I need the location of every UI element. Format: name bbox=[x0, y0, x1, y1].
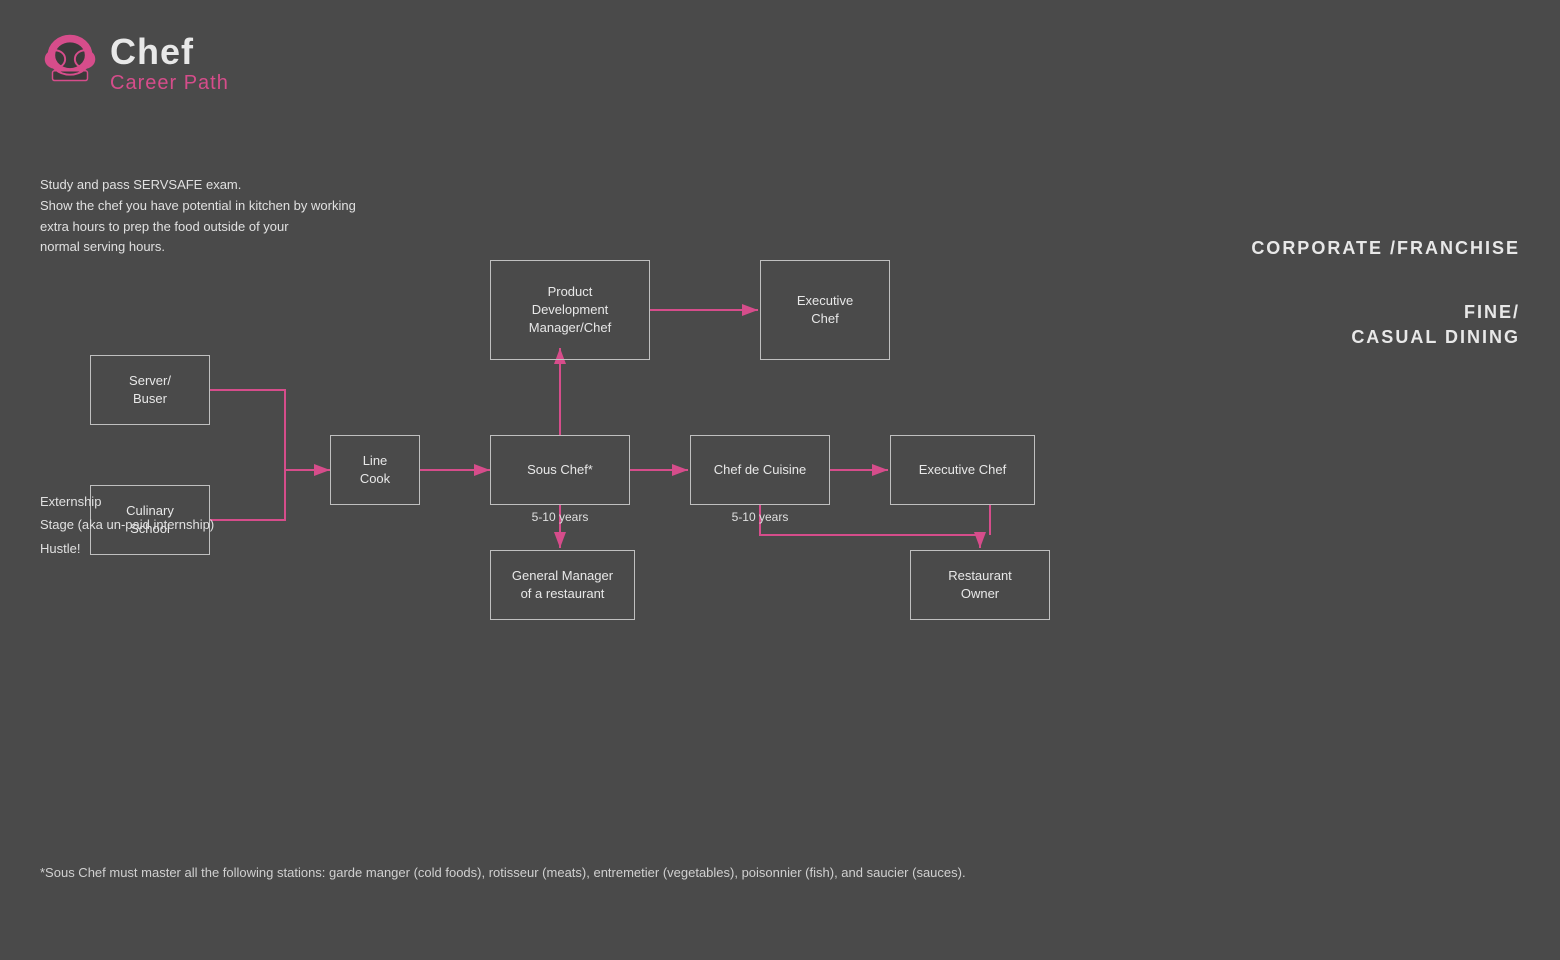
fine-label: FINE/ bbox=[1464, 302, 1520, 322]
casual-label: CASUAL DINING bbox=[1351, 327, 1520, 347]
executive-chef-fine-label: Executive Chef bbox=[919, 461, 1006, 479]
chef-hat-icon bbox=[40, 28, 100, 98]
sous-chef-label: Sous Chef* bbox=[527, 461, 593, 479]
box-executive-chef-fine: Executive Chef bbox=[890, 435, 1035, 505]
chef-de-cuisine-label: Chef de Cuisine bbox=[714, 461, 807, 479]
logo-career-label: Career Path bbox=[110, 72, 229, 94]
time-label-sous: 5-10 years bbox=[490, 510, 630, 524]
logo-text: Chef Career Path bbox=[110, 32, 229, 94]
career-diagram: Server/Buser CulinarySchool LineCook Pro… bbox=[40, 155, 1140, 675]
stage-label: Stage (aka un-paid internship) bbox=[40, 517, 214, 532]
box-restaurant-owner: RestaurantOwner bbox=[910, 550, 1050, 620]
box-sous-chef: Sous Chef* bbox=[490, 435, 630, 505]
bottom-info: Externship Stage (aka un-paid internship… bbox=[40, 490, 214, 560]
box-general-manager: General Managerof a restaurant bbox=[490, 550, 635, 620]
box-line-cook: LineCook bbox=[330, 435, 420, 505]
box-executive-chef-corporate: ExecutiveChef bbox=[760, 260, 890, 360]
hustle-label: Hustle! bbox=[40, 541, 80, 556]
side-label-fine-dining: FINE/ CASUAL DINING bbox=[1351, 300, 1520, 350]
side-label-corporate: CORPORATE /FRANCHISE bbox=[1251, 238, 1520, 259]
executive-chef-corporate-label: ExecutiveChef bbox=[797, 292, 853, 328]
general-manager-label: General Managerof a restaurant bbox=[512, 567, 613, 603]
logo: Chef Career Path bbox=[40, 28, 229, 98]
box-server-buser: Server/Buser bbox=[90, 355, 210, 425]
logo-chef-label: Chef bbox=[110, 32, 229, 72]
footnote-text: *Sous Chef must master all the following… bbox=[40, 865, 966, 880]
line-cook-label: LineCook bbox=[360, 452, 390, 488]
time-label-cdc: 5-10 years bbox=[690, 510, 830, 524]
product-dev-label: ProductDevelopmentManager/Chef bbox=[529, 283, 611, 338]
box-product-dev: ProductDevelopmentManager/Chef bbox=[490, 260, 650, 360]
restaurant-owner-label: RestaurantOwner bbox=[948, 567, 1012, 603]
server-buser-label: Server/Buser bbox=[129, 372, 171, 408]
footnote: *Sous Chef must master all the following… bbox=[40, 865, 1520, 880]
externship-label: Externship bbox=[40, 494, 101, 509]
box-chef-de-cuisine: Chef de Cuisine bbox=[690, 435, 830, 505]
